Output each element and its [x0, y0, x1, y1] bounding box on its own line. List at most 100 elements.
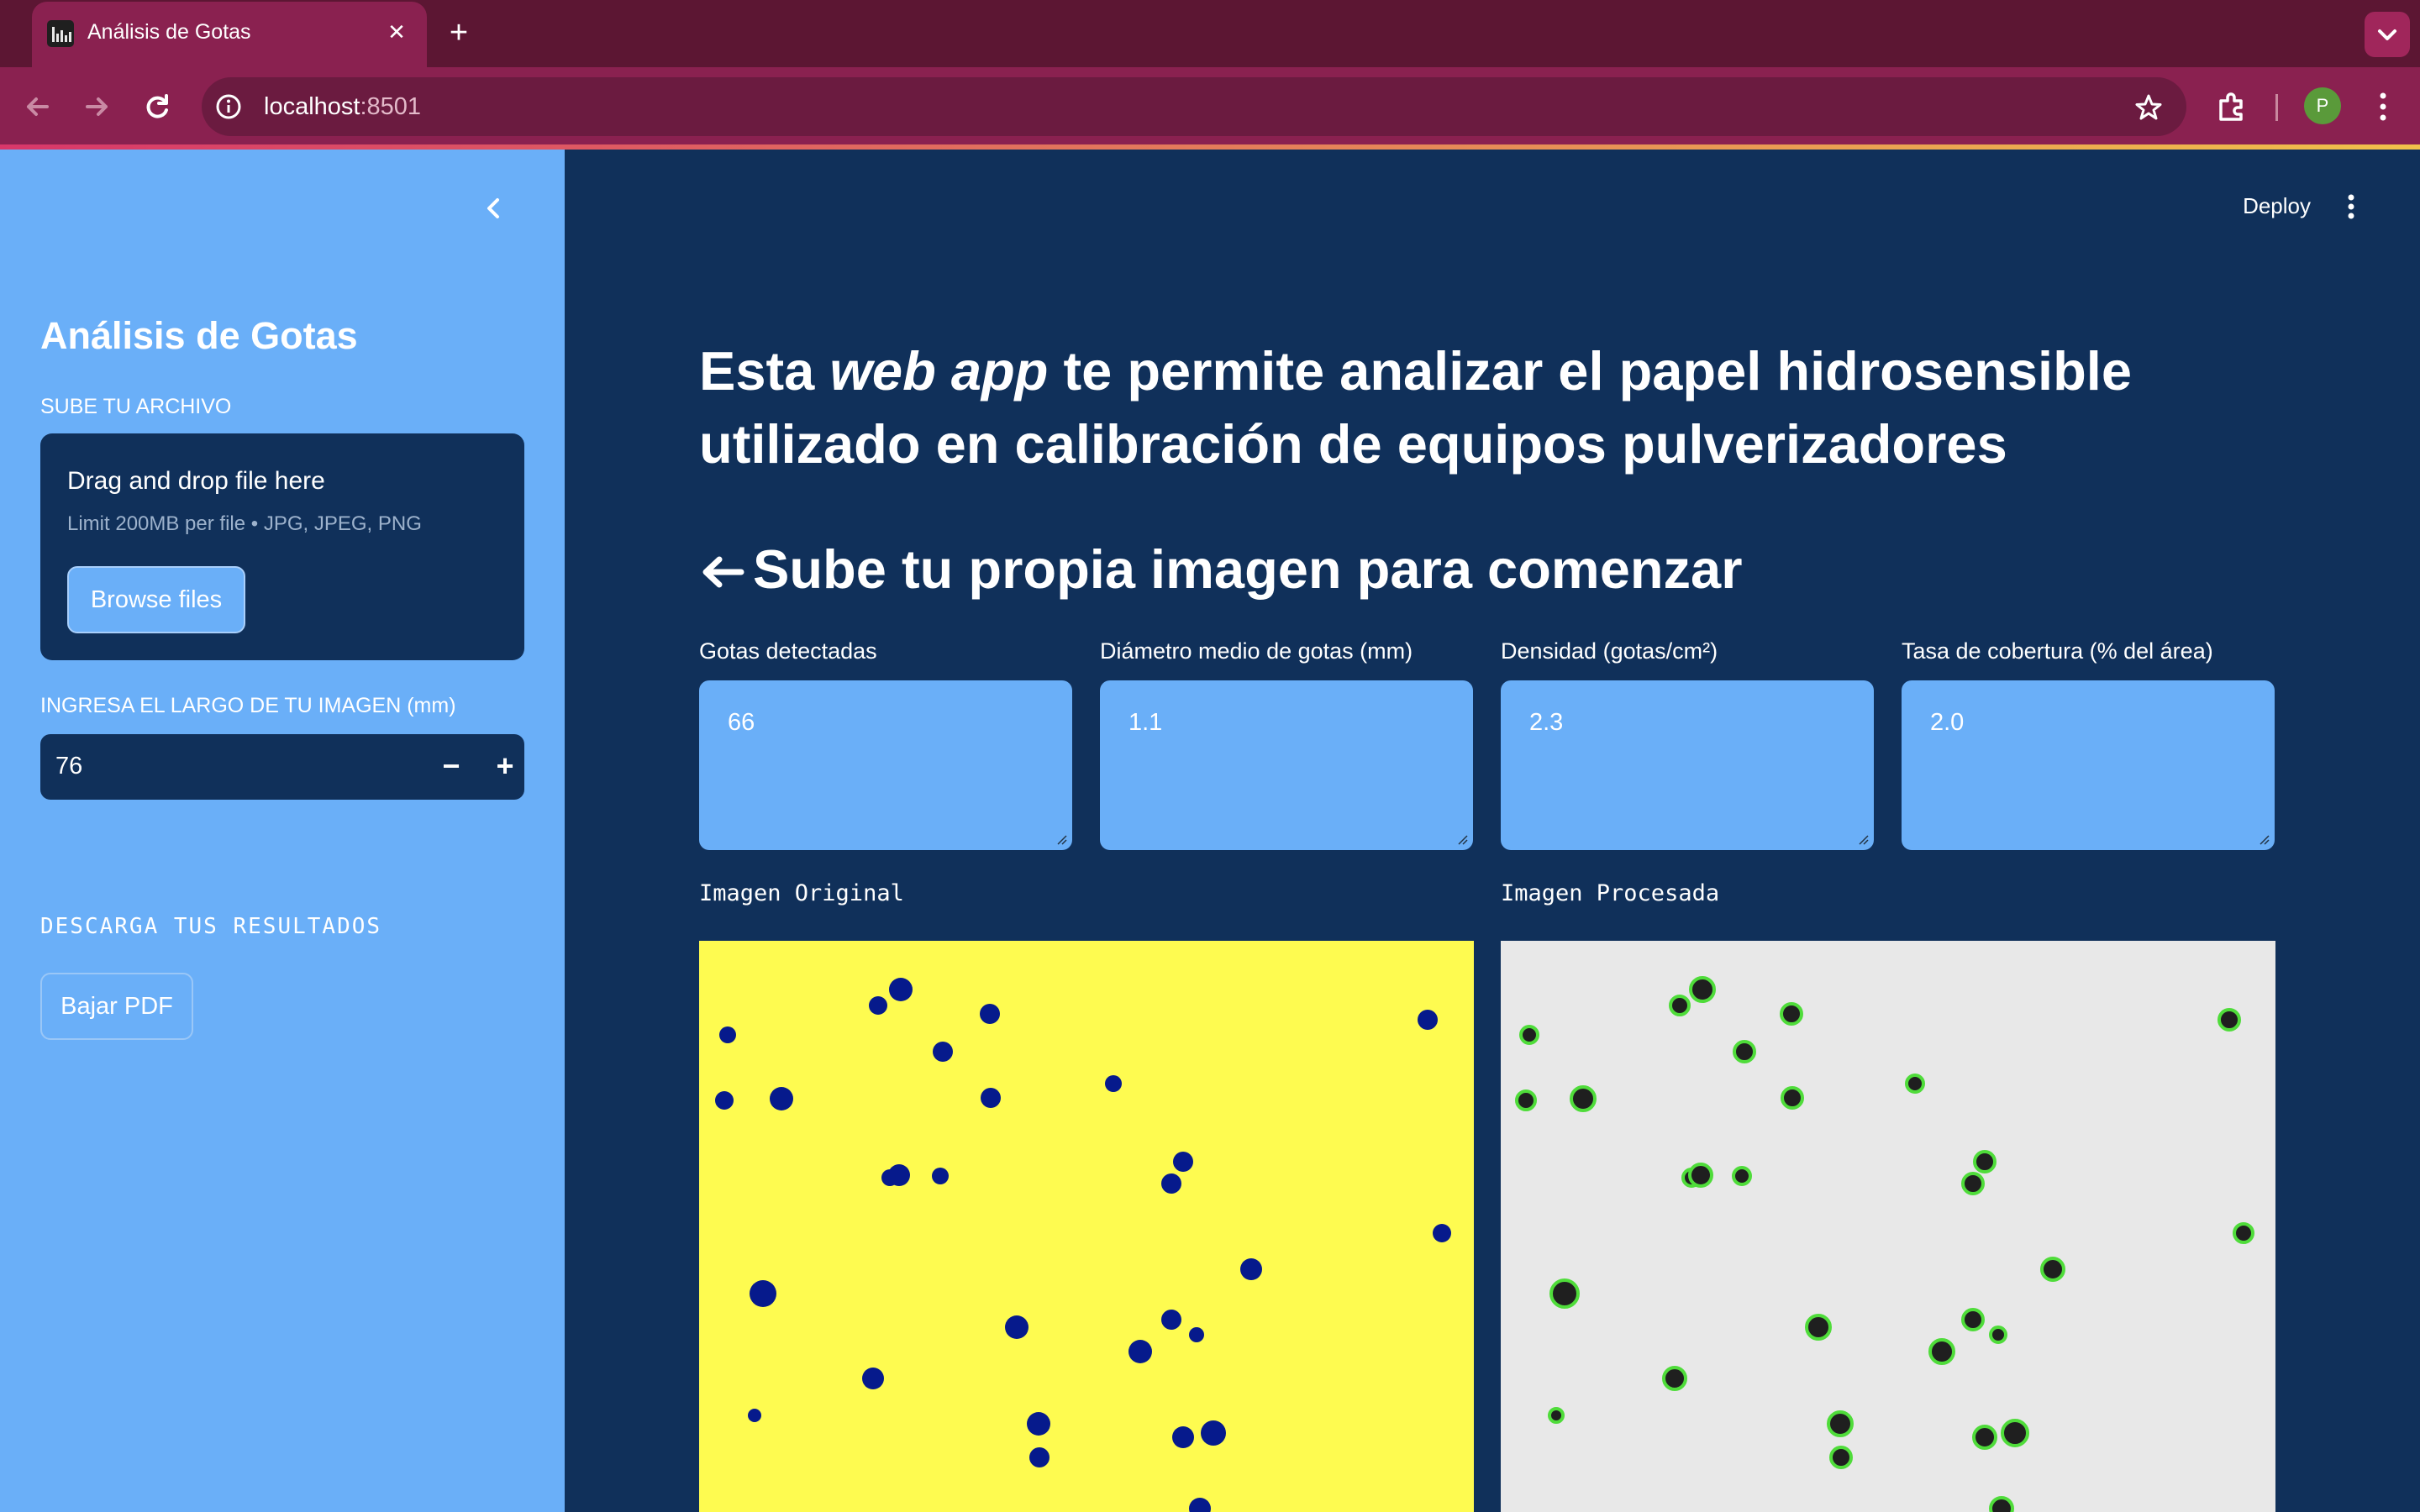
metric-label-coverage: Tasa de cobertura (% del área) [1902, 638, 2213, 664]
metric-textarea-coverage[interactable]: 2.0 [1902, 680, 2275, 850]
resize-handle-icon[interactable] [1455, 832, 1468, 845]
droplet [1781, 1086, 1804, 1110]
resize-handle-icon[interactable] [2256, 832, 2270, 845]
metric-label-diameter: Diámetro medio de gotas (mm) [1100, 638, 1413, 664]
paper-background [699, 941, 1474, 1512]
droplet [1688, 1163, 1713, 1188]
main-content: Deploy Esta web app te permite analizar … [565, 150, 2420, 1512]
paper-background [1501, 941, 2275, 1512]
kebab-menu-icon[interactable] [2368, 86, 2398, 128]
back-icon[interactable] [17, 86, 59, 128]
droplet [1128, 1340, 1152, 1363]
metric-value-diameter[interactable]: 1.1 [1128, 709, 1162, 737]
droplet [2233, 1222, 2254, 1244]
file-dropzone[interactable]: Drag and drop file here Limit 200MB per … [40, 433, 524, 660]
droplet [1027, 1412, 1050, 1436]
decrement-button[interactable]: − [427, 743, 476, 791]
deploy-button[interactable]: Deploy [2243, 193, 2311, 219]
droplet [1240, 1258, 1262, 1280]
browser-tab[interactable]: Análisis de Gotas ✕ [32, 2, 427, 67]
droplet [862, 1368, 884, 1389]
droplet [1905, 1074, 1925, 1094]
droplet [981, 1088, 1001, 1108]
droplet [719, 1026, 736, 1043]
avatar[interactable]: P [2304, 87, 2341, 124]
droplet [1418, 1010, 1438, 1030]
url-text[interactable]: localhost:8501 [264, 93, 421, 121]
droplet [1732, 1166, 1752, 1186]
droplet [1961, 1308, 1985, 1331]
metric-textarea-diameter[interactable]: 1.1 [1100, 680, 1473, 850]
droplet [1519, 1025, 1539, 1045]
info-icon[interactable] [215, 93, 242, 120]
upload-label: SUBE TU ARCHIVO [40, 395, 232, 418]
download-pdf-button[interactable]: Bajar PDF [40, 973, 193, 1040]
metric-textarea-drops[interactable]: 66 [699, 680, 1072, 850]
metric-value-density[interactable]: 2.3 [1529, 709, 1563, 737]
droplet [715, 1091, 734, 1110]
droplet [1669, 995, 1691, 1016]
droplet [1972, 1425, 1997, 1450]
page-title: Esta web app te permite analizar el pape… [699, 340, 2132, 475]
upload-prompt-heading: Sube tu propia imagen para comenzar [699, 538, 1743, 601]
droplet [1515, 1089, 1537, 1111]
droplet [1780, 1002, 1803, 1026]
tab-search-button[interactable] [2365, 12, 2410, 57]
metric-value-coverage[interactable]: 2.0 [1930, 709, 1964, 737]
dropzone-title: Drag and drop file here [67, 467, 325, 495]
droplet [1570, 1085, 1597, 1112]
droplet [932, 1168, 949, 1184]
droplet [1989, 1326, 2007, 1344]
droplet [1805, 1314, 1832, 1341]
droplet [889, 978, 913, 1001]
droplet [770, 1087, 793, 1110]
dropzone-limit: Limit 200MB per file • JPG, JPEG, PNG [67, 512, 422, 535]
droplet [2217, 1008, 2241, 1032]
increment-button[interactable]: + [481, 743, 529, 791]
droplet [933, 1042, 953, 1062]
sidebar: Análisis de Gotas SUBE TU ARCHIVO Drag a… [0, 150, 565, 1512]
plus-icon[interactable]: + [439, 13, 479, 54]
original-image [699, 941, 1474, 1512]
droplet [1173, 1152, 1193, 1172]
droplet [1961, 1172, 1985, 1195]
browser-toolbar: localhost:8501 P [0, 67, 2420, 146]
length-label: INGRESA EL LARGO DE TU IMAGEN (mm) [40, 694, 456, 717]
metric-label-drops: Gotas detectadas [699, 638, 877, 664]
droplet [1973, 1150, 1996, 1173]
address-bar[interactable]: localhost:8501 [202, 77, 2186, 136]
original-image-caption: Imagen Original [699, 880, 904, 906]
metric-textarea-density[interactable]: 2.3 [1501, 680, 1874, 850]
droplet [2040, 1257, 2065, 1282]
droplet [888, 1164, 910, 1186]
length-value[interactable]: 76 [55, 753, 82, 780]
close-icon[interactable]: ✕ [380, 15, 413, 49]
droplet [1161, 1310, 1181, 1330]
droplet [1005, 1315, 1028, 1339]
length-number-input[interactable]: 76 − + [40, 734, 524, 800]
forward-icon[interactable] [76, 86, 118, 128]
chevron-left-icon[interactable] [477, 192, 511, 225]
droplet [1161, 1173, 1181, 1194]
kebab-menu-icon[interactable] [2343, 190, 2360, 223]
browse-files-button[interactable]: Browse files [67, 566, 245, 633]
droplet [1829, 1446, 1853, 1469]
droplet [1201, 1420, 1226, 1446]
metric-value-drops[interactable]: 66 [728, 709, 755, 737]
droplet [1029, 1447, 1050, 1467]
resize-handle-icon[interactable] [1855, 832, 1869, 845]
droplet [748, 1409, 761, 1422]
droplet [1189, 1327, 1204, 1342]
extensions-icon[interactable] [2215, 91, 2249, 124]
droplet [1733, 1040, 1756, 1063]
resize-handle-icon[interactable] [1054, 832, 1067, 845]
droplet [1549, 1278, 1580, 1309]
droplet [1433, 1224, 1451, 1242]
droplet [1105, 1075, 1122, 1092]
tab-title: Análisis de Gotas [87, 20, 251, 44]
processed-image [1501, 941, 2275, 1512]
reload-icon[interactable] [136, 86, 178, 128]
sidebar-title: Análisis de Gotas [40, 314, 358, 357]
droplet [1548, 1407, 1565, 1424]
star-icon[interactable] [2134, 93, 2163, 122]
